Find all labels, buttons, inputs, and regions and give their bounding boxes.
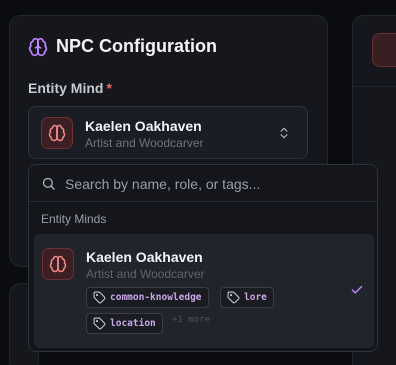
tag-icon: [227, 291, 240, 304]
option-name: Kaelen Oakhaven: [86, 249, 203, 265]
more-tags-count: +1 more: [172, 315, 210, 325]
group-label: Entity Minds: [41, 212, 107, 226]
entity-mind-select[interactable]: Kaelen Oakhaven Artist and Woodcarver: [28, 106, 308, 159]
side-panel-divider: [353, 86, 396, 87]
search-row: [29, 165, 377, 202]
tag-icon: [93, 291, 106, 304]
tag-badge: lore: [220, 287, 274, 308]
required-marker: *: [106, 80, 112, 96]
list-item[interactable]: Kaelen Oakhaven Artist and Woodcarver co…: [34, 234, 374, 348]
chevron-updown-icon[interactable]: [277, 125, 291, 141]
entity-mind-dropdown: Entity Minds Kaelen Oakhaven Artist and …: [28, 164, 378, 352]
brain-icon: [28, 37, 48, 57]
entity-avatar: [42, 248, 74, 280]
tag-icon: [93, 317, 106, 330]
tag-label: common-knowledge: [110, 292, 202, 303]
brain-icon: [48, 124, 66, 142]
tag-badge: common-knowledge: [86, 287, 209, 308]
search-icon: [42, 177, 55, 190]
tag-badge: location: [86, 313, 163, 334]
entity-mind-label: Entity Mind *: [28, 80, 112, 96]
selected-entity-name: Kaelen Oakhaven: [85, 118, 202, 134]
entity-avatar: [41, 117, 73, 149]
selected-entity-role: Artist and Woodcarver: [85, 136, 204, 150]
check-icon: [351, 285, 363, 294]
search-input[interactable]: [65, 171, 365, 197]
side-panel-icon: [372, 33, 396, 67]
brain-icon: [49, 255, 67, 273]
panel-title: NPC Configuration: [28, 36, 217, 57]
panel-title-text: NPC Configuration: [56, 36, 217, 56]
tag-label: location: [110, 318, 156, 329]
option-role: Artist and Woodcarver: [86, 267, 205, 281]
tag-label: lore: [244, 292, 267, 303]
